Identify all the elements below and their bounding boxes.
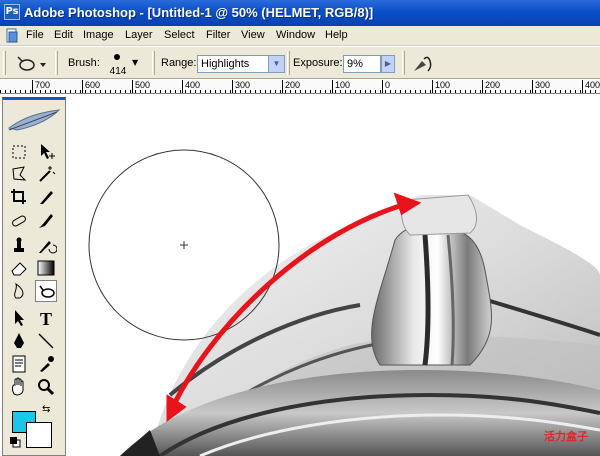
- blur-tool-icon[interactable]: [8, 280, 30, 302]
- range-label: Range:: [161, 57, 197, 69]
- window-title: Adobe Photoshop - [Untitled-1 @ 50% (HEL…: [24, 5, 374, 20]
- title-bar: Ps Adobe Photoshop - [Untitled-1 @ 50% (…: [0, 0, 600, 26]
- background-color-swatch[interactable]: [26, 422, 52, 448]
- ruler-label: 200: [485, 80, 501, 90]
- menu-view[interactable]: View: [241, 29, 265, 41]
- marquee-tool-icon[interactable]: [8, 141, 30, 163]
- menu-image[interactable]: Image: [83, 29, 114, 41]
- ruler-label: 400: [185, 80, 201, 90]
- clone-stamp-tool-icon[interactable]: [8, 235, 30, 257]
- range-value: Highlights: [201, 58, 250, 70]
- history-brush-tool-icon[interactable]: [35, 235, 58, 257]
- notes-tool-icon[interactable]: [8, 353, 30, 375]
- move-tool-icon[interactable]: [35, 141, 57, 163]
- ruler-label: 100: [335, 80, 351, 90]
- svg-text:T: T: [40, 309, 52, 329]
- default-colors-icon[interactable]: [9, 436, 21, 448]
- type-tool-icon[interactable]: T: [35, 307, 57, 329]
- menu-edit[interactable]: Edit: [54, 29, 73, 41]
- ruler-label: 700: [35, 80, 51, 90]
- options-bar: Brush: Range: Exposure:: [0, 47, 600, 79]
- slice-tool-icon[interactable]: [35, 186, 57, 208]
- healing-brush-tool-icon[interactable]: [8, 210, 30, 232]
- dodge-tool-preset-icon[interactable]: [14, 53, 48, 75]
- document-icon[interactable]: [4, 28, 20, 44]
- menu-help[interactable]: Help: [325, 29, 348, 41]
- photoshop-app-icon[interactable]: Ps: [4, 4, 20, 20]
- airbrush-icon[interactable]: [410, 53, 434, 75]
- pen-tool-icon[interactable]: [8, 330, 30, 352]
- eraser-tool-icon[interactable]: [8, 257, 30, 279]
- feather-logo-icon[interactable]: [7, 106, 61, 136]
- ruler-label: 200: [285, 80, 301, 90]
- exposure-slider-arrow-icon[interactable]: ▶: [381, 55, 395, 73]
- brush-label: Brush:: [68, 57, 100, 69]
- lasso-tool-icon[interactable]: [8, 163, 30, 185]
- ruler-label: 300: [235, 80, 251, 90]
- menu-bar: File Edit Image Layer Select Filter View…: [0, 26, 600, 46]
- menu-window[interactable]: Window: [276, 29, 315, 41]
- range-select[interactable]: Highlights ▼: [197, 55, 285, 73]
- ruler-label: 400: [585, 80, 600, 90]
- options-divider: [55, 51, 58, 75]
- menu-layer[interactable]: Layer: [125, 29, 153, 41]
- crop-tool-icon[interactable]: [8, 186, 30, 208]
- watermark-text: 活力盒子: [544, 430, 588, 443]
- zoom-tool-icon[interactable]: [35, 376, 57, 398]
- ruler-label: 0: [385, 80, 391, 90]
- helmet-image: [88, 149, 600, 456]
- ruler-label: 300: [535, 80, 551, 90]
- document-canvas[interactable]: [0, 95, 600, 456]
- swap-colors-icon[interactable]: ⇆: [42, 404, 50, 415]
- path-selection-tool-icon[interactable]: [8, 307, 30, 329]
- eyedropper-tool-icon[interactable]: [35, 353, 57, 375]
- options-grip[interactable]: [3, 51, 6, 75]
- menu-file[interactable]: File: [26, 29, 44, 41]
- line-tool-icon[interactable]: [35, 330, 57, 352]
- ruler-label: 500: [135, 80, 151, 90]
- brush-dropdown-icon[interactable]: ▼: [132, 58, 138, 67]
- options-divider: [287, 51, 290, 75]
- options-divider: [402, 51, 405, 75]
- exposure-field[interactable]: 9%: [343, 55, 381, 73]
- magic-wand-tool-icon[interactable]: [35, 163, 57, 185]
- hand-tool-icon[interactable]: [8, 376, 30, 398]
- brush-tool-icon[interactable]: [35, 210, 57, 232]
- options-divider: [152, 51, 155, 75]
- horizontal-ruler: 700 600 500 400 300 200 100 0 100 200 30…: [0, 80, 600, 94]
- menu-filter[interactable]: Filter: [206, 29, 230, 41]
- chevron-down-icon[interactable]: ▼: [268, 56, 284, 72]
- menu-select[interactable]: Select: [164, 29, 195, 41]
- gradient-tool-icon[interactable]: [35, 257, 57, 279]
- ruler-label: 100: [435, 80, 451, 90]
- brush-size-value: 414: [109, 66, 127, 77]
- exposure-label: Exposure:: [293, 57, 343, 69]
- ruler-label: 600: [85, 80, 101, 90]
- dodge-tool-icon[interactable]: [35, 280, 57, 302]
